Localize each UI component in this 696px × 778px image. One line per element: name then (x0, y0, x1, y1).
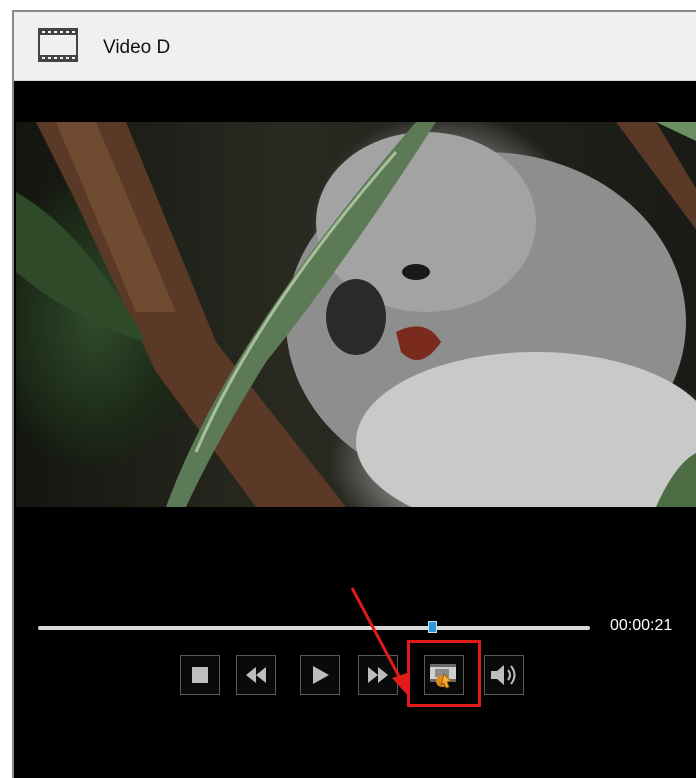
window-title: Video D (103, 37, 171, 58)
stop-button[interactable] (180, 655, 220, 695)
title-bar: Video D (14, 12, 696, 81)
annotation-arrow (350, 587, 410, 698)
volume-button[interactable] (484, 655, 524, 695)
seek-bar[interactable] (38, 626, 590, 630)
current-time: 00:00:21 (610, 617, 673, 634)
speaker-icon (491, 665, 516, 685)
film-strip-icon (38, 28, 78, 62)
rewind-button[interactable] (236, 655, 276, 695)
video-frame (16, 122, 696, 507)
rewind-icon (246, 667, 266, 683)
video-window: Video D 00:00:21 (12, 10, 696, 778)
stop-icon (192, 667, 208, 683)
play-button[interactable] (300, 655, 340, 695)
play-icon (313, 666, 329, 684)
